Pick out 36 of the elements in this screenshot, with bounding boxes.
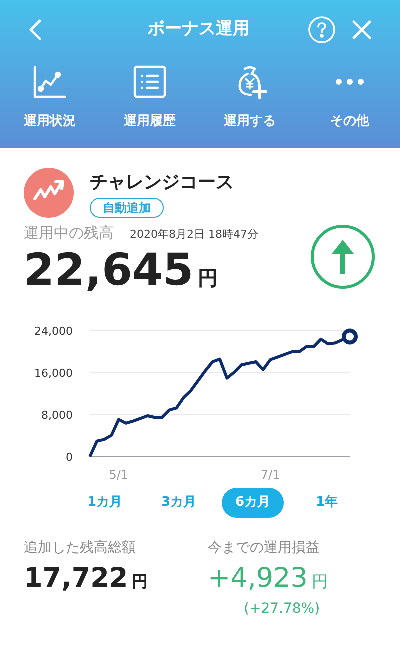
- balance-label: 運用中の残高: [24, 223, 114, 244]
- y-tick-label: 24,000: [34, 324, 73, 338]
- nav-tab[interactable]: 運用する: [200, 60, 300, 148]
- line-chart-icon: [32, 64, 68, 100]
- course-icon: [24, 168, 74, 218]
- auto-add-badge: 自動追加: [90, 198, 164, 218]
- end-point-marker: [342, 328, 358, 344]
- x-tick-label: 5/1: [109, 468, 129, 482]
- window-title: ボーナス運用: [148, 18, 250, 42]
- balance-amount: 22,645: [24, 244, 194, 296]
- more-icon: [336, 79, 364, 85]
- x-tick-label: 7/1: [260, 468, 280, 482]
- close-icon[interactable]: [352, 20, 372, 40]
- nav-tab[interactable]: その他: [300, 60, 400, 148]
- added-label: 追加した残高総額: [24, 538, 137, 558]
- added-amount: 17,722: [24, 562, 128, 596]
- currency-unit: 円: [198, 264, 218, 292]
- y-tick-label: 0: [66, 450, 73, 464]
- period-tab[interactable]: 6カ月: [222, 488, 284, 518]
- help-icon[interactable]: [308, 16, 336, 44]
- nav-tab[interactable]: 運用履歴: [100, 60, 200, 148]
- course-name: チャレンジコース: [90, 170, 234, 194]
- period-tab[interactable]: 1カ月: [74, 488, 136, 518]
- nav-tab[interactable]: 運用状況: [0, 60, 100, 148]
- currency-unit: 円: [312, 570, 328, 592]
- profit-amount: +4,923: [208, 562, 308, 596]
- profit-percent: (+27.78%): [244, 600, 322, 619]
- currency-unit: 円: [132, 570, 148, 592]
- profit-label: 今までの運用損益: [208, 538, 321, 558]
- list-icon: [132, 64, 168, 100]
- y-tick-label: 8,000: [42, 408, 73, 422]
- y-tick-label: 16,000: [34, 366, 73, 380]
- period-tab[interactable]: 1年: [296, 488, 358, 518]
- period-tab[interactable]: 3カ月: [148, 488, 210, 518]
- timestamp: 2020年8月2日 18時47分: [130, 227, 258, 243]
- back-icon[interactable]: [28, 19, 42, 41]
